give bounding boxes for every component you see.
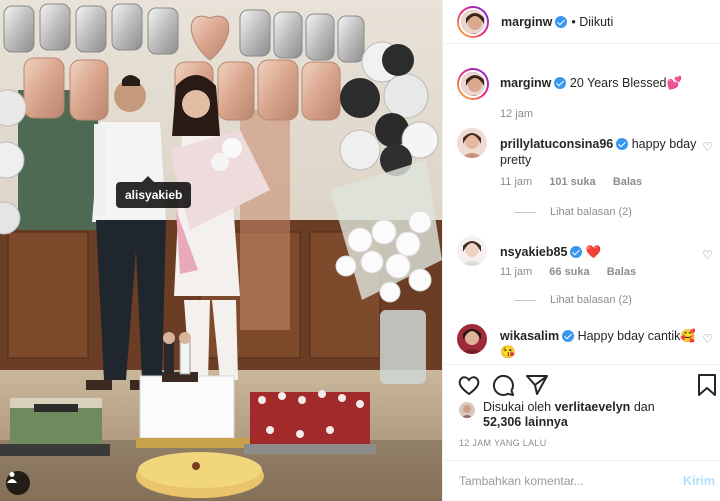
replies-divider [514,211,536,213]
caption-emoji: 💕 [666,76,683,90]
caption: marginw 20 Years Blessed💕 12 jam [457,68,717,120]
verified-badge-icon [562,330,575,342]
post-side-panel: marginw • Diikuti marginw 20 Years Bless… [442,0,720,501]
comment-reply-button[interactable]: Balas [613,176,642,188]
caption-avatar-image [461,72,485,96]
comment-item: nsyakieb85 ❤️ ♡ 11 jam 66 suka Balas Lih… [457,236,717,328]
liker-username[interactable]: verlitaevelyn [555,400,631,414]
comment-emoji: 🥰 [680,329,696,343]
comment-icon[interactable] [491,373,515,397]
post-photo[interactable]: alisyakieb [0,0,442,501]
comment-text: Happy bday cantik [577,329,681,343]
caption-meta: 12 jam [500,108,547,120]
party-photo-illustration [0,0,442,501]
comment-body: prillylatuconsina96 happy bday pretty [500,136,700,168]
comment-reply-button[interactable]: Balas [607,266,636,278]
comment-likes[interactable]: 66 suka [549,266,589,278]
commenter-avatar[interactable] [457,324,487,354]
comment-like-heart-icon[interactable]: ♡ [702,140,713,154]
view-replies-label: Lihat balasan (2) [550,294,632,306]
comment-meta: 11 jam 101 suka Balas [500,176,656,188]
comment-like-heart-icon[interactable]: ♡ [702,332,713,346]
commenter-avatar-image [457,324,487,354]
person-tag-icon [7,472,17,483]
view-replies-button[interactable]: Lihat balasan (2) [514,206,632,218]
post-header: marginw • Diikuti [443,0,720,44]
heart-icon[interactable] [457,373,481,397]
liker-avatar-image [459,402,475,418]
verified-badge-icon [570,246,583,258]
liker-avatar[interactable] [459,402,475,418]
likes-summary: Disukai oleh verlitaevelyn dan 52,306 la… [459,400,709,430]
comment-item: prillylatuconsina96 happy bday pretty ♡ … [457,128,717,220]
post-comment-button[interactable]: Kirim [683,474,715,488]
caption-avatar[interactable] [457,68,489,100]
replies-divider [514,299,536,301]
verified-badge-icon [616,138,629,150]
follow-status[interactable]: • Diikuti [571,15,613,29]
comment-time[interactable]: 11 jam [500,266,532,278]
comment-item: wikasalim Happy bday cantik🥰 😘 ♡ [457,324,717,364]
likes-text: Disukai oleh verlitaevelyn dan 52,306 la… [483,400,655,430]
add-comment-bar: Tambahkan komentar... Kirim [443,460,720,501]
author-username[interactable]: marginw [501,15,552,29]
comment-emoji: ❤️ [585,245,602,259]
likes-count[interactable]: 52,306 lainnya [483,415,568,429]
view-replies-label: Lihat balasan (2) [550,206,632,218]
comment-body: wikasalim Happy bday cantik🥰 😘 [500,328,700,360]
likes-connector: dan [633,400,655,414]
comment-input[interactable]: Tambahkan komentar... [459,474,659,488]
caption-text: 20 Years Blessed [569,76,667,90]
comment-username[interactable]: prillylatuconsina96 [500,137,613,151]
comment-time[interactable]: 11 jam [500,176,532,188]
bookmark-icon[interactable] [695,373,719,397]
view-replies-button[interactable]: Lihat balasan (2) [514,294,632,306]
verified-badge-icon [555,15,568,28]
share-icon[interactable] [525,373,549,397]
commenter-avatar-image [457,128,487,158]
post-action-bar [443,364,720,404]
commenter-avatar[interactable] [457,236,487,266]
comment-like-heart-icon[interactable]: ♡ [702,248,713,262]
author-avatar-image [461,9,485,34]
post-timestamp[interactable]: 12 JAM YANG LALU [459,438,547,448]
comment-body: nsyakieb85 ❤️ [500,244,700,260]
comment-username[interactable]: nsyakieb85 [500,245,567,259]
caption-username[interactable]: marginw [500,76,551,90]
comment-meta: 11 jam 66 suka Balas [500,266,650,278]
comment-likes[interactable]: 101 suka [549,176,595,188]
author-avatar[interactable] [457,5,489,38]
verified-badge-icon [554,77,567,89]
photo-tag-label[interactable]: alisyakieb [116,176,192,208]
caption-body: marginw 20 Years Blessed💕 [500,75,700,91]
comment-emoji-2: 😘 [500,345,516,359]
commenter-avatar[interactable] [457,128,487,158]
likes-prefix: Disukai oleh [483,400,552,414]
tagged-people-button[interactable] [6,471,30,495]
comment-username[interactable]: wikasalim [500,329,559,343]
caption-time[interactable]: 12 jam [500,108,533,120]
commenter-avatar-image [457,236,487,266]
